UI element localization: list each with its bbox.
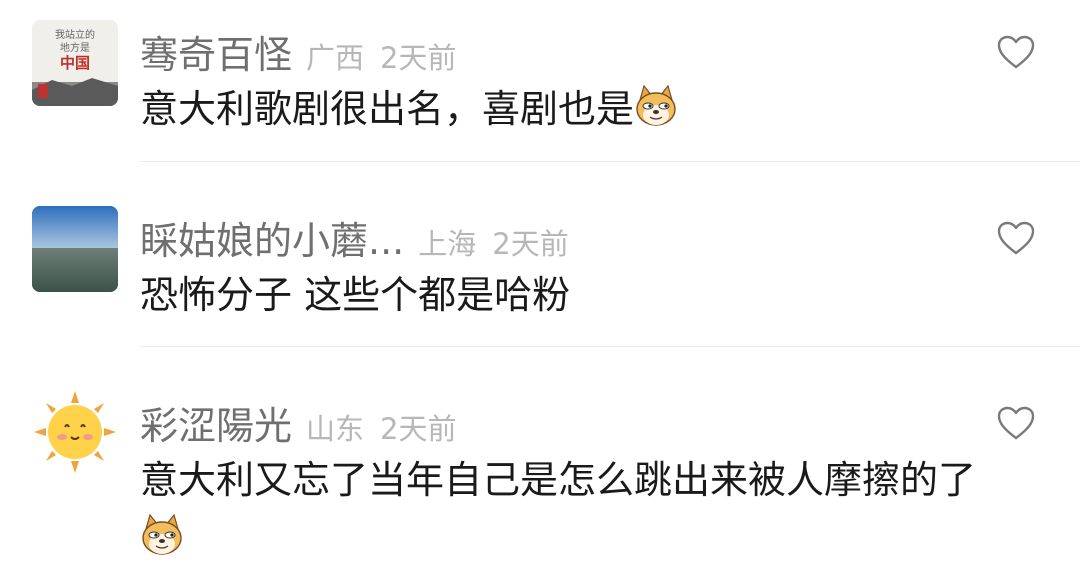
avatar-text-line1: 我站立的: [55, 28, 95, 41]
avatar[interactable]: [32, 389, 118, 475]
comment-item: 我站立的 地方是 中国 骞奇百怪 广西 2天前 意大利歌剧很出名，喜剧也是: [0, 0, 1080, 162]
heart-outline-icon: [997, 406, 1035, 440]
avatar-text-line2: 地方是: [60, 41, 90, 54]
comment-meta: 彩涩陽光 山东 2天前: [140, 395, 457, 448]
comment-text-content: 意大利又忘了当年自己是怎么跳出来被人摩擦的了: [140, 458, 977, 502]
heart-outline-icon: [997, 35, 1035, 69]
timestamp: 2天前: [380, 412, 457, 446]
sun-avatar-image: [34, 391, 116, 473]
comment-text: 意大利又忘了当年自己是怎么跳出来被人摩擦的了: [140, 451, 1040, 567]
comment-text: 意大利歌剧很出名，喜剧也是: [140, 80, 1040, 138]
doge-emoji-icon: [636, 85, 676, 126]
username[interactable]: 睬姑娘的小蘑...: [140, 210, 404, 265]
comment-item: 彩涩陽光 山东 2天前 意大利又忘了当年自己是怎么跳出来被人摩擦的了: [0, 347, 1080, 577]
avatar[interactable]: [32, 206, 118, 292]
comment-meta: 睬姑娘的小蘑... 上海 2天前: [140, 210, 569, 263]
location-label: 广西: [306, 41, 365, 75]
avatar-text-line3: 中国: [60, 54, 90, 72]
like-button[interactable]: [996, 405, 1036, 441]
heart-outline-icon: [997, 221, 1035, 255]
avatar[interactable]: 我站立的 地方是 中国: [32, 20, 118, 106]
comment-text-content: 意大利歌剧很出名，喜剧也是: [140, 87, 635, 131]
username[interactable]: 彩涩陽光: [140, 395, 292, 450]
like-button[interactable]: [996, 34, 1036, 70]
sea-landscape-avatar-image: [32, 206, 118, 292]
doge-emoji-icon: [142, 514, 182, 555]
timestamp: 2天前: [380, 41, 457, 75]
comment-text: 恐怖分子 这些个都是哈粉: [140, 266, 1040, 324]
username[interactable]: 骞奇百怪: [140, 24, 292, 79]
location-label: 山东: [306, 412, 365, 446]
comment-text-content: 恐怖分子 这些个都是哈粉: [140, 273, 571, 317]
comment-item: 睬姑娘的小蘑... 上海 2天前 恐怖分子 这些个都是哈粉: [0, 162, 1080, 347]
book-cover-avatar-image: 我站立的 地方是 中国: [32, 20, 118, 106]
like-button[interactable]: [996, 220, 1036, 256]
timestamp: 2天前: [492, 227, 569, 261]
location-label: 上海: [418, 227, 477, 261]
comment-meta: 骞奇百怪 广西 2天前: [140, 24, 457, 77]
